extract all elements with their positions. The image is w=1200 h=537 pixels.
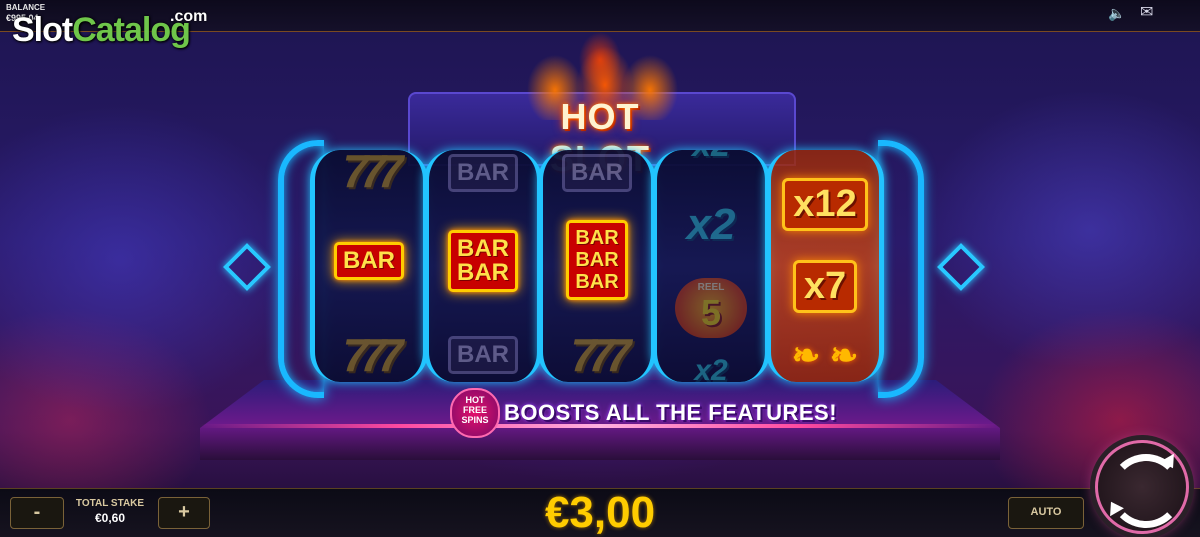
symbol-sevens: 777 xyxy=(570,329,632,381)
bar-line-2: BAR xyxy=(457,259,509,286)
reel-frame-right xyxy=(878,140,924,398)
reel-3: BAR BAR BAR BAR 777 xyxy=(538,150,656,382)
decrease-stake-button[interactable]: - xyxy=(10,497,64,529)
bar-line-1: BAR xyxy=(575,227,619,249)
badge-line-1: HOT xyxy=(465,395,485,405)
symbol-bar: BAR xyxy=(315,242,423,280)
promo-text: BOOSTS ALL THE FEATURES! xyxy=(504,400,838,425)
symbol-multiplier: x2 xyxy=(657,150,765,165)
symbol-sevens: 777 xyxy=(342,150,404,197)
bar-tile: BAR xyxy=(448,154,518,192)
previous-arrow-icon[interactable] xyxy=(222,242,272,292)
symbol-multiplier-gold: x12 xyxy=(771,178,879,231)
wings-icon: ❧ ❧ xyxy=(791,337,859,375)
symbol-bar: BAR xyxy=(429,154,537,192)
multiplier-tile: x12 xyxy=(782,178,868,231)
symbol-bar: BAR xyxy=(429,336,537,374)
symbol-multiplier: x2 xyxy=(694,354,728,382)
bar-line-2: BAR xyxy=(575,249,619,271)
reel-1: 777 BAR 777 xyxy=(310,150,428,382)
stake-label: TOTAL STAKE xyxy=(75,498,145,509)
symbol-double-bar: BAR BAR xyxy=(429,230,537,292)
watermark-logo: SlotCatalog xyxy=(12,10,191,50)
watermark-part1: Slot xyxy=(12,11,73,49)
badge-line-2: FREE xyxy=(462,405,487,415)
symbol-bar: BAR xyxy=(543,154,651,192)
bar-tile: BAR xyxy=(448,336,518,374)
badge-line-3: SPINS xyxy=(461,415,489,425)
symbol-triple-bar: BAR BAR BAR xyxy=(543,220,651,300)
total-stake: TOTAL STAKE €0,60 xyxy=(64,497,156,527)
bar-line-3: BAR xyxy=(575,271,619,293)
symbol-multiplier: x2 xyxy=(686,200,736,249)
bet-amount: €3,00 xyxy=(544,488,656,537)
bar-tile: BAR xyxy=(562,154,632,192)
hot-free-spins-badge: HOT FREE SPINS xyxy=(450,388,500,438)
increase-stake-button[interactable]: + xyxy=(158,497,210,529)
reel-5: x12 x7 ❧ ❧ xyxy=(766,150,884,382)
symbol-multiplier-gold: x7 xyxy=(771,260,879,313)
symbol-sevens: 777 xyxy=(342,329,404,381)
autoplay-button[interactable]: AUTO xyxy=(1008,497,1084,529)
bar-tile: BAR xyxy=(334,242,404,280)
next-arrow-icon[interactable] xyxy=(936,242,986,292)
multiplier-tile: x7 xyxy=(792,260,858,313)
watermark-suffix: .com xyxy=(170,8,208,25)
reel-4: x2 x2 REEL 5 x2 xyxy=(652,150,770,382)
symbol-reel-badge: REEL 5 xyxy=(657,278,765,343)
spin-button[interactable] xyxy=(1095,440,1189,534)
reel-2: BAR BAR BAR BAR xyxy=(424,150,542,382)
reel-badge-value: 5 xyxy=(700,292,722,333)
game-stage: HOT SLOT 777 BAR 777 BAR BAR BAR BAR BAR xyxy=(0,0,1200,537)
bar-line-1: BAR xyxy=(457,235,509,262)
speaker-icon[interactable]: 🔈 xyxy=(1108,6,1125,20)
stake-value: €0,60 xyxy=(94,511,126,525)
envelope-icon[interactable]: ✉ xyxy=(1140,5,1153,21)
